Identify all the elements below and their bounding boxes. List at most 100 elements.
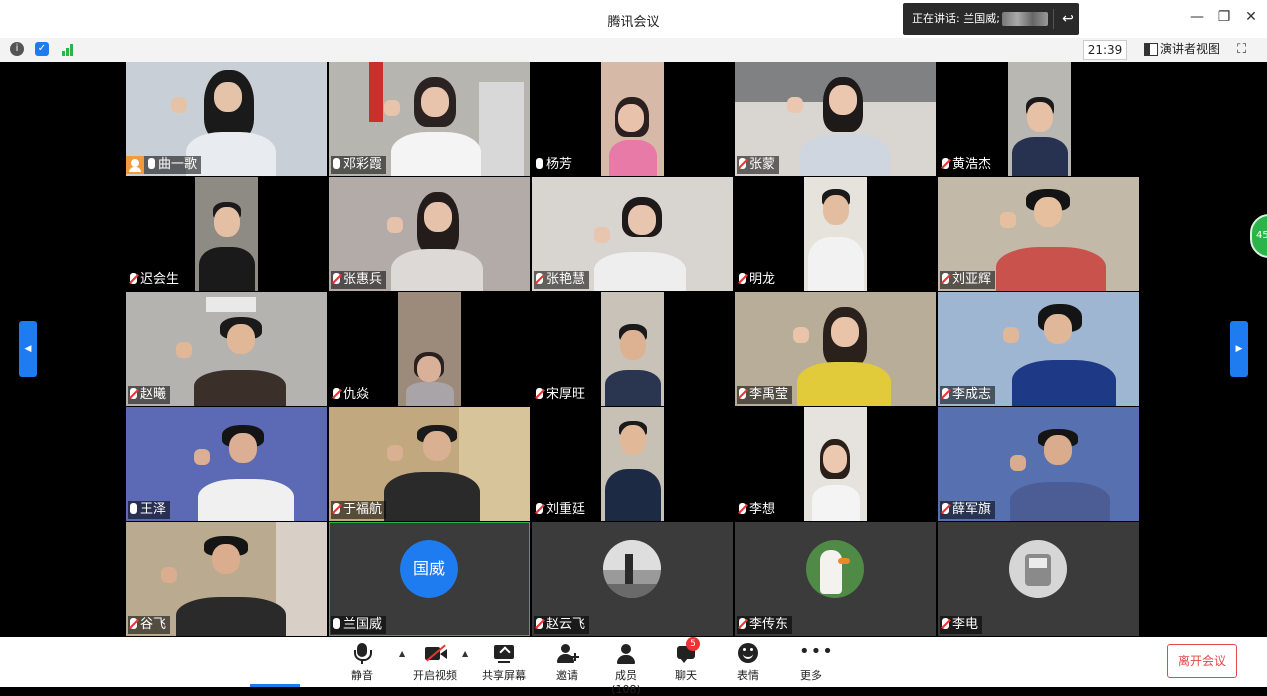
video-tile[interactable]: 李禹莹 (735, 292, 936, 406)
add-user-icon (555, 641, 579, 665)
start-video-label: 开启视频 (413, 669, 457, 682)
participant-name: 黄浩杰 (940, 156, 996, 174)
participant-name: 杨芳 (534, 156, 577, 174)
avatar (806, 540, 864, 598)
info-icon[interactable]: i (10, 42, 24, 56)
blurred-names (1002, 12, 1048, 26)
mic-muted-icon (130, 388, 137, 399)
participant-name: 刘重廷 (534, 501, 590, 519)
participant-name: 李传东 (737, 616, 793, 634)
video-tile[interactable]: 张艳慧 (532, 177, 733, 291)
chat-label: 聊天 (675, 669, 697, 682)
mic-muted-icon (942, 158, 949, 169)
video-tile-active-speaker[interactable]: 国威 兰国威 (329, 522, 530, 636)
video-tile[interactable]: 谷飞 (126, 522, 327, 636)
avatar (1009, 540, 1067, 598)
title-bar: 腾讯会议 正在讲话: 兰国威; ↩ — ❐ ✕ (0, 0, 1267, 38)
invite-label: 邀请 (556, 669, 578, 682)
video-tile[interactable]: 黄浩杰 (938, 62, 1139, 176)
participant-name: 赵云飞 (534, 616, 590, 634)
shield-icon[interactable]: ✓ (35, 42, 49, 56)
more-button[interactable]: ••• 更多 (797, 641, 834, 683)
mic-muted-icon (739, 618, 746, 629)
participant-name: 李电 (940, 616, 983, 634)
restore-icon[interactable]: ❐ (1214, 9, 1234, 25)
video-tile[interactable]: 张惠兵 (329, 177, 530, 291)
signal-icon[interactable] (62, 44, 76, 56)
speaking-indicator[interactable]: 正在讲话: 兰国威; ↩ (903, 3, 1079, 35)
participant-name: 仇焱 (331, 386, 374, 404)
video-tile[interactable]: 李成志 (938, 292, 1139, 406)
mic-muted-icon (536, 503, 543, 514)
participant-name: 张艳慧 (534, 271, 590, 289)
mute-label: 静音 (351, 669, 373, 682)
video-tile[interactable]: 刘亚辉 (938, 177, 1139, 291)
video-tile[interactable]: 刘重廷 (532, 407, 733, 521)
video-tile[interactable]: 赵云飞 (532, 522, 733, 636)
info-bar: i ✓ 21:39 演讲者视图 ⛶ (0, 38, 1267, 63)
video-tile[interactable]: 薛军旗 (938, 407, 1139, 521)
video-tile[interactable]: 曲一歌 (126, 62, 327, 176)
participant-name: 谷飞 (128, 616, 171, 634)
participant-name: 李成志 (940, 386, 996, 404)
smiley-icon (736, 641, 760, 665)
video-tile[interactable]: 迟会生 (126, 177, 327, 291)
video-tile[interactable]: 宋厚旺 (532, 292, 733, 406)
participant-name: 宋厚旺 (534, 386, 590, 404)
mic-muted-icon (739, 158, 746, 169)
mic-icon (148, 158, 155, 169)
chat-icon: 5 (674, 637, 700, 665)
avatar (603, 540, 661, 598)
chat-button[interactable]: 5 聊天 (672, 637, 700, 683)
minimize-icon[interactable]: — (1187, 9, 1207, 25)
video-tile[interactable]: 仇焱 (329, 292, 530, 406)
prev-page-button[interactable]: ◀ (19, 321, 37, 377)
video-options-caret[interactable]: ▲ (462, 649, 468, 658)
participant-name: 明龙 (737, 271, 780, 289)
more-label: 更多 (800, 669, 822, 682)
video-tile[interactable]: 杨芳 (532, 62, 733, 176)
mic-muted-icon (942, 503, 949, 514)
video-tile[interactable]: 李电 (938, 522, 1139, 636)
participant-name: 张惠兵 (331, 271, 387, 289)
speaker-view-button[interactable]: 演讲者视图 (1140, 40, 1220, 58)
leave-meeting-button[interactable]: 离开会议 (1167, 644, 1237, 678)
invite-button[interactable]: 邀请 (553, 641, 581, 683)
video-tile[interactable]: 张蒙 (735, 62, 936, 176)
start-video-button[interactable]: 开启视频 (410, 641, 460, 683)
video-tile[interactable]: 邓彩霞 (329, 62, 530, 176)
chat-badge: 5 (686, 637, 700, 651)
members-button[interactable]: 成员(108) (601, 641, 651, 696)
video-tile[interactable]: 王泽 (126, 407, 327, 521)
participant-name: 王泽 (128, 501, 171, 519)
participant-name: 邓彩霞 (331, 156, 387, 174)
mic-icon (536, 158, 543, 169)
participant-name: 曲一歌 (126, 156, 202, 174)
participant-name: 李想 (737, 501, 780, 519)
share-screen-button[interactable]: 共享屏幕 (481, 641, 527, 683)
emoji-button[interactable]: 表情 (734, 641, 762, 683)
video-tile[interactable]: 李传东 (735, 522, 936, 636)
mute-button[interactable]: 静音 (344, 641, 380, 683)
members-label: 成员(108) (611, 669, 641, 696)
avatar: 国威 (400, 540, 458, 598)
close-icon[interactable]: ✕ (1241, 9, 1261, 25)
share-screen-icon (492, 641, 516, 665)
video-tile[interactable]: 李想 (735, 407, 936, 521)
meeting-clock: 21:39 (1083, 40, 1127, 60)
mic-muted-icon (130, 618, 137, 629)
video-tile[interactable]: 赵曦 (126, 292, 327, 406)
mute-options-caret[interactable]: ▲ (399, 649, 405, 658)
mic-muted-icon (333, 503, 340, 514)
video-tile[interactable]: 明龙 (735, 177, 936, 291)
divider (1053, 9, 1054, 29)
video-tile[interactable]: 于福航 (329, 407, 530, 521)
mic-muted-icon (333, 273, 340, 284)
mic-muted-icon (739, 388, 746, 399)
mic-muted-icon (942, 618, 949, 629)
next-page-button[interactable]: ▶ (1230, 321, 1248, 377)
fullscreen-icon[interactable]: ⛶ (1237, 42, 1246, 57)
return-icon[interactable]: ↩ (1059, 3, 1077, 35)
more-dots-icon: ••• (799, 641, 834, 662)
members-icon (614, 641, 638, 665)
